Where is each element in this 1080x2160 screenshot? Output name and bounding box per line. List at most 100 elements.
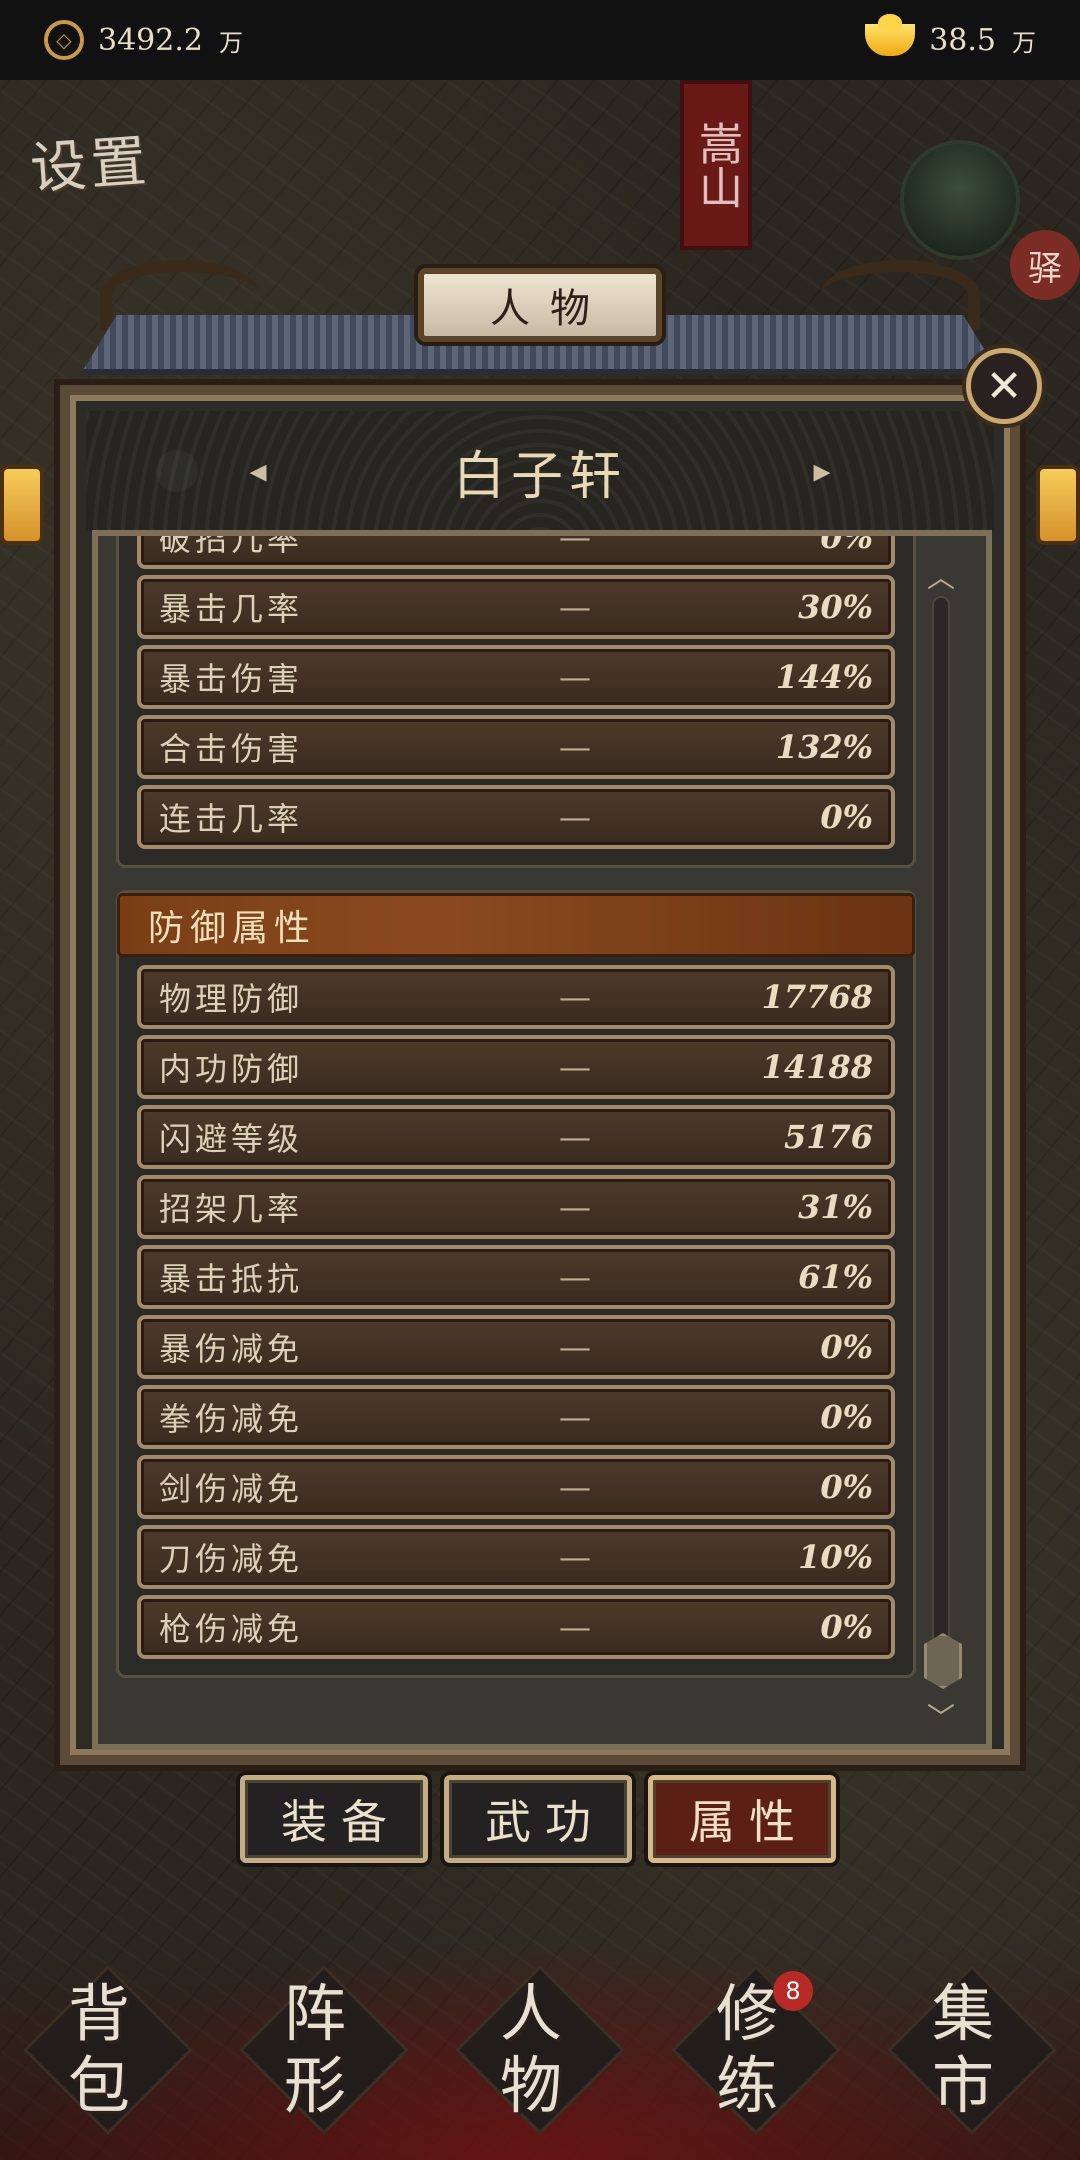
nav-formation[interactable]: 阵形 (229, 1955, 419, 2145)
stat-separator: — (559, 1048, 591, 1086)
lantern-right-icon (1036, 465, 1080, 545)
stat-label: 招架几率 (159, 1190, 304, 1228)
copper-coin-icon: ◇ (44, 20, 84, 60)
stat-value: 17768 (761, 978, 873, 1016)
defense-stat-row: 刀伤减免 — 10% (137, 1525, 895, 1589)
stat-value: 0% (820, 1468, 873, 1506)
lantern-left-icon (0, 465, 44, 545)
stat-value: 61% (798, 1258, 873, 1296)
stat-label: 物理防御 (159, 980, 304, 1018)
stat-value: 10% (798, 1538, 873, 1576)
stat-separator: — (559, 1608, 591, 1646)
stat-separator: — (559, 1118, 591, 1156)
stat-label: 破招几率 (159, 536, 304, 558)
nav-bag[interactable]: 背包 (13, 1955, 203, 2145)
stat-label: 拳伤减免 (159, 1400, 304, 1438)
dialog-title: 人物 (418, 268, 662, 342)
character-name: 白子轩 (452, 446, 627, 507)
attack-stat-row: 合击伤害 — 132% (137, 715, 895, 779)
settings-button[interactable]: 设置 (27, 116, 152, 205)
defense-header: 防御属性 (117, 893, 915, 957)
status-bar: ◇ 3492.2 万 38.5 万 (0, 0, 1080, 80)
stat-label: 暴伤减免 (159, 1330, 304, 1368)
defense-stat-row: 招架几率 — 31% (137, 1175, 895, 1239)
stat-label: 剑伤减免 (159, 1470, 304, 1508)
character-tabs: 装备 武功 属性 (240, 1775, 840, 1865)
tab-attributes[interactable]: 属性 (648, 1775, 836, 1863)
tab-equipment[interactable]: 装备 (240, 1775, 428, 1863)
stat-value: 31% (798, 1188, 873, 1226)
defense-stat-row: 闪避等级 — 5176 (137, 1105, 895, 1169)
attributes-panel: 破招几率 — 0% 暴击几率 — 30% 暴击伤害 — 144% 合击伤害 — 132% 连击几率 — 0%… (92, 530, 992, 1750)
stat-label: 刀伤减免 (159, 1540, 304, 1578)
prev-character-button[interactable]: ◂ (236, 449, 280, 493)
stat-label: 合击伤害 (159, 730, 304, 768)
attack-stat-row: 暴击几率 — 30% (137, 575, 895, 639)
stat-value: 30% (798, 588, 873, 626)
ingot-amount: 38.5 (929, 22, 996, 58)
next-character-button[interactable]: ▸ (800, 449, 844, 493)
attributes-scroll-list[interactable]: 破招几率 — 0% 暴击几率 — 30% 暴击伤害 — 144% 合击伤害 — 132% 连击几率 — 0%… (116, 536, 916, 1744)
nav-character-label: 人物 (499, 1977, 580, 2122)
character-header: ◂ 白子轩 ▸ (86, 411, 994, 531)
scrollbar[interactable]: ︿ ﹀ (924, 556, 962, 1736)
stat-value: 0% (820, 536, 873, 556)
stat-separator: — (559, 658, 591, 696)
stat-value: 0% (820, 798, 873, 836)
coin-resource: ◇ 3492.2 万 (44, 20, 243, 60)
npc-avatar[interactable] (900, 140, 1020, 260)
close-button[interactable]: ✕ (966, 348, 1042, 424)
defense-stat-row: 内功防御 — 14188 (137, 1035, 895, 1099)
stat-separator: — (559, 978, 591, 1016)
nav-training[interactable]: 修练 8 (661, 1955, 851, 2145)
stat-value: 5176 (783, 1118, 873, 1156)
scroll-thumb[interactable] (924, 1633, 962, 1689)
defense-stat-row: 暴伤减免 — 0% (137, 1315, 895, 1379)
stat-separator: — (559, 1468, 591, 1506)
stat-separator: — (559, 1188, 591, 1226)
defense-stat-row: 枪伤减免 — 0% (137, 1595, 895, 1659)
nav-market[interactable]: 集市 (877, 1955, 1067, 2145)
stat-label: 枪伤减免 (159, 1610, 304, 1648)
stat-label: 暴击伤害 (159, 660, 304, 698)
defense-stat-row: 物理防御 — 17768 (137, 965, 895, 1029)
bottom-navigation: 背包 阵形 人物 修练 8 集市 (0, 1940, 1080, 2160)
stat-separator: — (559, 536, 591, 556)
stat-separator: — (559, 588, 591, 626)
defense-stat-row: 暴击抵抗 — 61% (137, 1245, 895, 1309)
scroll-down-icon[interactable]: ﹀ (924, 1696, 958, 1734)
defense-stat-row: 拳伤减免 — 0% (137, 1385, 895, 1449)
attack-stat-row: 破招几率 — 0% (137, 536, 895, 569)
stat-label: 暴击抵抗 (159, 1260, 304, 1298)
songshan-location-banner[interactable]: 嵩山 (680, 80, 752, 250)
nav-formation-label: 阵形 (283, 1977, 364, 2122)
attack-attributes-group: 破招几率 — 0% 暴击几率 — 30% 暴击伤害 — 144% 合击伤害 — 132% 连击几率 — 0% (116, 536, 916, 868)
stat-value: 144% (775, 658, 873, 696)
stat-label: 暴击几率 (159, 590, 304, 628)
character-dialog: ◂ 白子轩 ▸ 破招几率 — 0% 暴击几率 — 30% 暴击伤害 — 144% 合击伤害 — 132… (60, 385, 1020, 1765)
ingot-resource: 38.5 万 (865, 14, 1036, 58)
stat-value: 14188 (761, 1048, 873, 1086)
tab-martial-arts[interactable]: 武功 (444, 1775, 632, 1863)
stat-value: 0% (820, 1398, 873, 1436)
notification-badge: 8 (773, 1971, 813, 2011)
coin-amount: 3492.2 (98, 22, 203, 58)
stat-label: 连击几率 (159, 800, 304, 838)
stat-value: 0% (820, 1608, 873, 1646)
scroll-up-icon[interactable]: ︿ (924, 556, 958, 594)
nav-market-label: 集市 (931, 1977, 1012, 2122)
attack-stat-row: 连击几率 — 0% (137, 785, 895, 849)
stat-label: 闪避等级 (159, 1120, 304, 1158)
stat-label: 内功防御 (159, 1050, 304, 1088)
scroll-track[interactable] (924, 596, 962, 1689)
nav-character[interactable]: 人物 (445, 1955, 635, 2145)
defense-stat-row: 剑伤减免 — 0% (137, 1455, 895, 1519)
stat-separator: — (559, 1258, 591, 1296)
attack-stat-row: 暴击伤害 — 144% (137, 645, 895, 709)
gold-ingot-icon (865, 14, 916, 56)
station-marker[interactable]: 驿 (1010, 230, 1080, 300)
stat-value: 0% (820, 1328, 873, 1366)
stat-separator: — (559, 1328, 591, 1366)
stat-value: 132% (775, 728, 873, 766)
nav-bag-label: 背包 (67, 1977, 148, 2122)
